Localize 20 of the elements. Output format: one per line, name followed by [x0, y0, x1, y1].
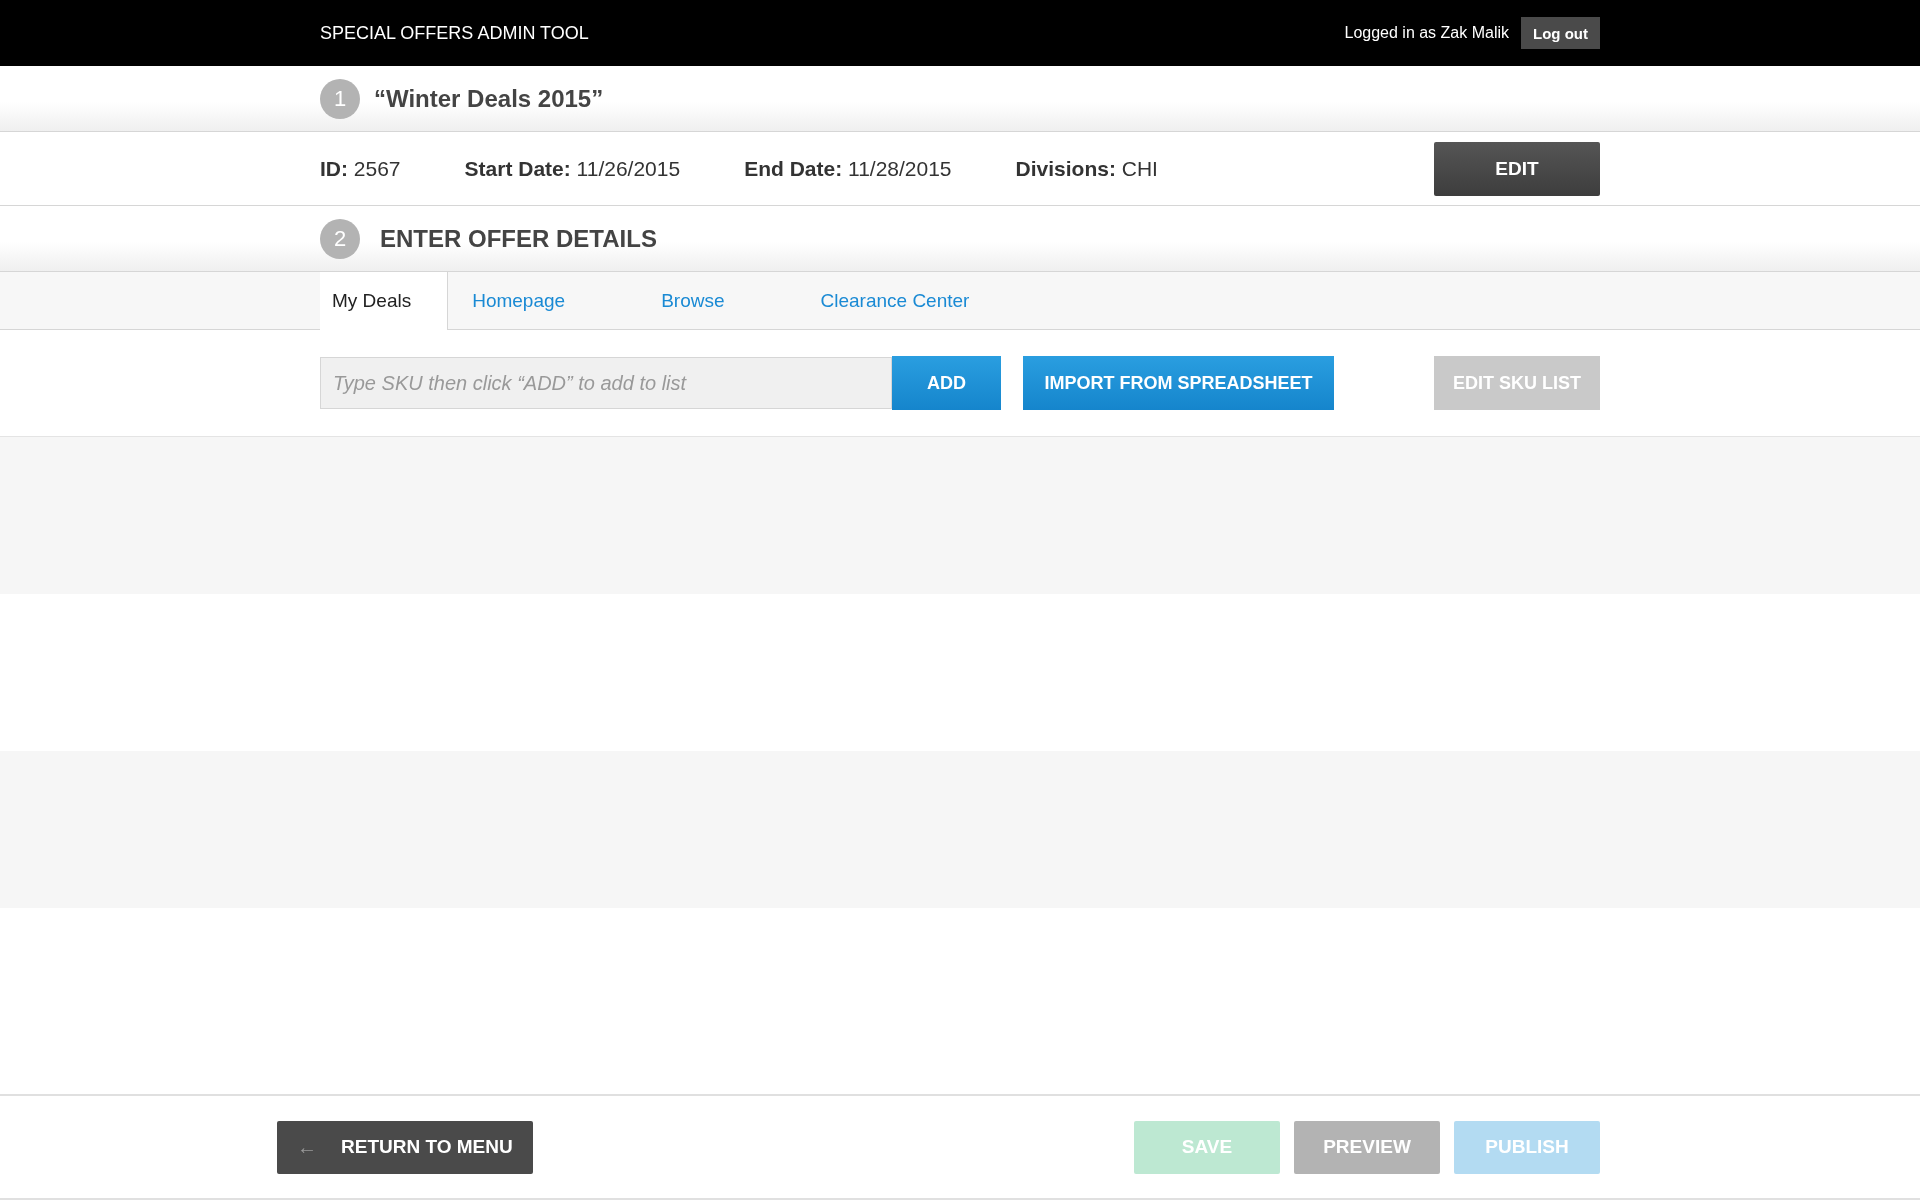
tab[interactable]: Clearance Center — [796, 272, 996, 330]
step-title: ENTER OFFER DETAILS — [380, 224, 657, 253]
logged-in-text: Logged in as Zak Malik — [1344, 24, 1509, 42]
logout-button[interactable]: Log out — [1521, 17, 1600, 49]
info-field: Start Date: 11/26/2015 — [464, 156, 681, 181]
add-button[interactable]: ADD — [892, 356, 1001, 410]
step-number: 1 — [320, 78, 360, 119]
info-field: Divisions: CHI — [1015, 156, 1158, 181]
info-field: ID: 2567 — [320, 156, 401, 181]
step-number: 2 — [320, 218, 360, 259]
return-to-menu-button[interactable]: ← RETURN TO MENU — [277, 1120, 533, 1174]
step-title: “Winter Deals 2015” — [374, 84, 604, 113]
tab[interactable]: Browse — [637, 272, 751, 330]
info-field: End Date: 11/28/2015 — [744, 156, 952, 181]
app-title: SPECIAL OFFERS ADMIN TOOL — [320, 22, 589, 44]
edit-button[interactable]: EDIT — [1434, 141, 1600, 196]
tab[interactable]: My Deals — [320, 272, 449, 330]
tab[interactable]: Homepage — [448, 272, 592, 330]
import-button[interactable]: IMPORT FROM SPREADSHEET — [1023, 356, 1334, 410]
sku-input-field[interactable]: Type SKU then click “ADD” to add to list — [320, 357, 892, 409]
